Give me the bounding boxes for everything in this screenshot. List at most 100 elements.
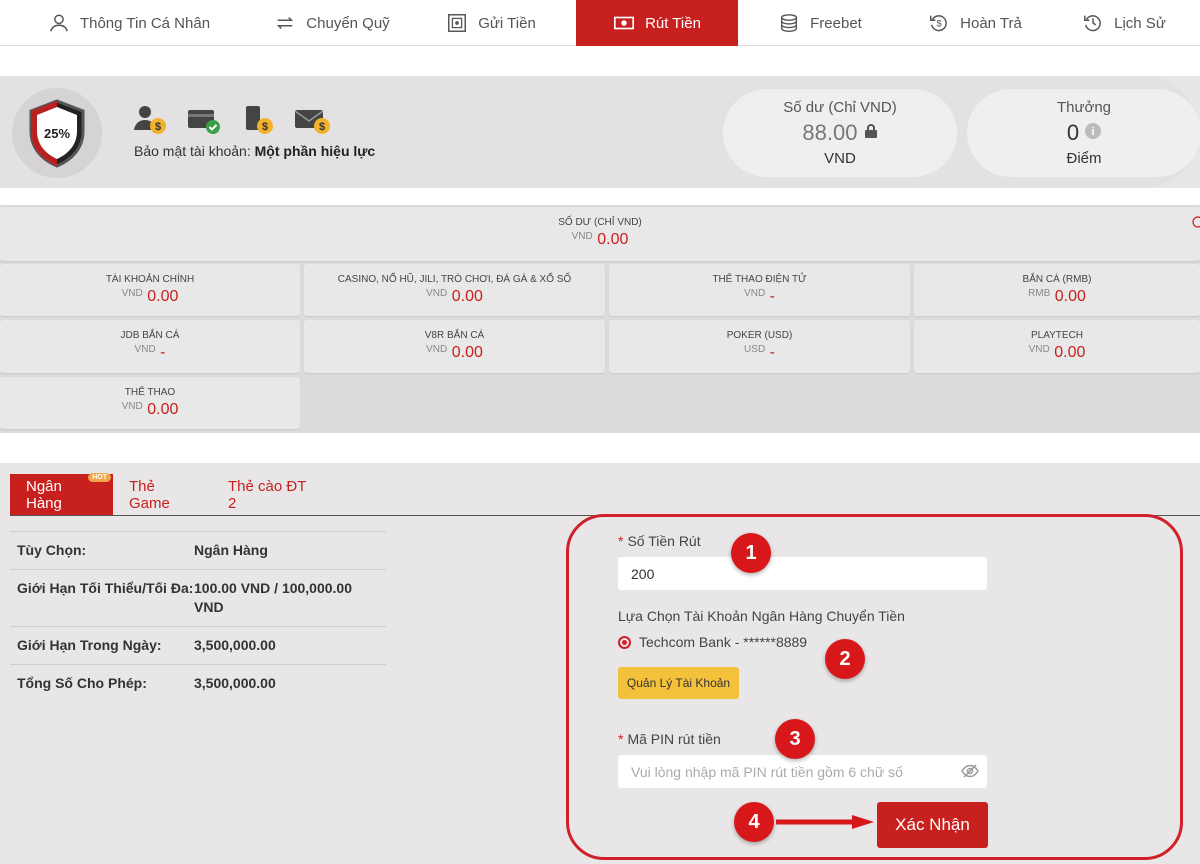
- wallet-value: -: [160, 344, 166, 361]
- security-percent: 25%: [43, 125, 71, 141]
- row-key: Giới Hạn Trong Ngày:: [17, 637, 162, 653]
- pin-label-text: Mã PIN rút tiền: [627, 731, 721, 747]
- nav-tab-refund[interactable]: $ Hoàn Trả: [902, 0, 1048, 46]
- wallet-name: SỐ DƯ (CHỈ VND): [558, 217, 642, 228]
- wallet-card: JDB BẮN CÁ VND -: [0, 320, 300, 373]
- eye-hidden-icon[interactable]: [961, 763, 979, 779]
- wallet-grid: SỐ DƯ (CHỈ VND) VND 0.00 TÀI KHOẢN CHÍNH…: [0, 205, 1200, 433]
- tab-phone-card[interactable]: Thẻ cào ĐT 2: [212, 474, 334, 515]
- svg-text:$: $: [262, 121, 268, 133]
- top-nav: Thông Tin Cá Nhân Chuyển Quỹ Gửi Tiền Rú…: [0, 0, 1200, 46]
- wallet-currency: VND: [1028, 344, 1050, 355]
- wallet-name: THỂ THAO: [124, 387, 176, 398]
- wallet-value: 0.00: [451, 344, 483, 361]
- table-row: Giới Hạn Tối Thiểu/Tối Đa: 100.00 VND / …: [10, 569, 386, 626]
- row-key: Tùy Chọn:: [17, 542, 87, 558]
- row-key: Giới Hạn Tối Thiểu/Tối Đa:: [17, 580, 194, 596]
- cash-icon: [614, 16, 635, 30]
- wallet-card: BẮN CÁ (RMB) RMB 0.00: [914, 264, 1200, 316]
- radio-selected[interactable]: [618, 635, 631, 649]
- wallet-card: PLAYTECH VND 0.00: [914, 320, 1200, 373]
- wallet-main: SỐ DƯ (CHỈ VND) VND 0.00: [0, 207, 1200, 261]
- nav-tab-history[interactable]: Lịch Sử: [1048, 0, 1200, 46]
- svg-text:$: $: [155, 121, 161, 133]
- table-row: Tùy Chọn: Ngân Hàng: [10, 531, 386, 569]
- tab-label: Thẻ Game: [129, 477, 170, 512]
- wallet-card: POKER (USD) USD -: [609, 320, 910, 373]
- nav-tab-personal-info[interactable]: Thông Tin Cá Nhân: [0, 0, 258, 46]
- wallet-card: TÀI KHOẢN CHÍNH VND 0.00: [0, 264, 300, 316]
- wallet-currency: USD: [744, 344, 766, 355]
- wallet-value: 0.00: [451, 288, 483, 305]
- balance-title: Số dư (Chỉ VND): [783, 99, 897, 116]
- coins-icon: [781, 14, 798, 32]
- method-tabs: Ngân Hàng HOT Thẻ Game Thẻ cào ĐT 2: [10, 473, 334, 515]
- amount-label-text: Số Tiền Rút: [627, 533, 701, 549]
- lock-icon: [864, 124, 877, 138]
- table-row: Giới Hạn Trong Ngày: 3,500,000.00: [10, 626, 386, 664]
- wallet-name: V8R BẮN CÁ: [424, 330, 485, 341]
- nav-label: Freebet: [810, 14, 862, 32]
- step-marker: 1: [731, 533, 771, 573]
- confirm-button[interactable]: Xác Nhận: [877, 802, 988, 848]
- tab-label: Ngân Hàng: [26, 477, 62, 512]
- bank-option-label: Techcom Bank - ******8889: [639, 634, 808, 650]
- tab-game-card[interactable]: Thẻ Game: [113, 474, 212, 515]
- refresh-icon[interactable]: [1190, 215, 1200, 229]
- nav-tab-transfer[interactable]: Chuyển Quỹ: [258, 0, 406, 46]
- amount-label: * Số Tiền Rút: [618, 533, 701, 549]
- info-icon[interactable]: i: [1085, 123, 1102, 139]
- nav-tab-freebet[interactable]: Freebet: [738, 0, 902, 46]
- wallet-currency: VND: [426, 344, 448, 355]
- spacer: [0, 188, 1200, 205]
- hot-badge: HOT: [88, 473, 111, 482]
- phone-verify-icon[interactable]: $: [240, 104, 276, 136]
- wallet-value: 0.00: [1054, 344, 1086, 361]
- step-marker: 2: [825, 639, 865, 679]
- tab-label: Thẻ cào ĐT 2: [228, 477, 307, 512]
- manage-account-button[interactable]: Quản Lý Tài Khoản: [618, 667, 739, 699]
- balance-card: Số dư (Chỉ VND) 88.00 VND: [723, 89, 957, 177]
- wallet-card: THỂ THAO VND 0.00: [0, 377, 300, 429]
- wallet-name: JDB BẮN CÁ: [120, 330, 180, 341]
- card-verify-icon[interactable]: [186, 104, 222, 136]
- wallet-value: 0.00: [597, 231, 629, 248]
- bank-option[interactable]: Techcom Bank - ******8889: [618, 634, 807, 650]
- wallet-name: CASINO, NỔ HŨ, JILI, TRÒ CHƠI, ĐÁ GÀ & X…: [337, 274, 572, 285]
- row-value: 3,500,000.00: [194, 637, 276, 653]
- pin-input[interactable]: Vui lòng nhập mã PIN rút tiền gồm 6 chữ …: [618, 755, 987, 788]
- nav-label: Rút Tiền: [645, 14, 701, 32]
- tab-bank[interactable]: Ngân Hàng HOT: [10, 473, 113, 515]
- amount-input[interactable]: 200: [618, 557, 987, 590]
- svg-text:$: $: [319, 121, 325, 133]
- nav-tab-deposit[interactable]: Gửi Tiền: [406, 0, 576, 46]
- user-verify-icon[interactable]: $: [132, 104, 168, 136]
- nav-tab-withdraw[interactable]: Rút Tiền: [576, 0, 738, 46]
- reward-card: Thưởng 0 i Điểm: [967, 89, 1200, 177]
- wallet-name: TÀI KHOẢN CHÍNH: [105, 274, 195, 285]
- step-marker: 3: [775, 719, 815, 759]
- row-value: 3,500,000.00: [194, 675, 276, 691]
- wallet-currency: VND: [121, 288, 143, 299]
- history-icon: [1084, 15, 1101, 32]
- wallet-currency: VND: [121, 401, 143, 412]
- wallet-currency: RMB: [1028, 288, 1051, 299]
- wallet-value: -: [769, 288, 775, 305]
- wallet-card: V8R BẮN CÁ VND 0.00: [304, 320, 605, 373]
- wallet-name: POKER (USD): [726, 330, 793, 341]
- refund-icon: $: [930, 15, 947, 32]
- security-shield: 25%: [12, 88, 102, 178]
- reward-value-row: 0 i: [967, 120, 1200, 146]
- nav-label: Chuyển Quỹ: [306, 14, 390, 32]
- balance-unit: VND: [824, 150, 856, 167]
- svg-text:$: $: [937, 19, 942, 29]
- balance-value-row: 88.00: [723, 120, 957, 146]
- nav-label: Lịch Sử: [1114, 14, 1166, 32]
- row-value: 100.00 VND / 100,000.00 VND: [194, 580, 353, 615]
- email-verify-icon[interactable]: $: [294, 104, 330, 136]
- row-value: Ngân Hàng: [194, 542, 268, 558]
- wallet-value: 0.00: [147, 401, 179, 418]
- wallet-currency: VND: [134, 344, 156, 355]
- user-icon: [50, 14, 68, 32]
- row-key: Tổng Số Cho Phép:: [17, 675, 147, 691]
